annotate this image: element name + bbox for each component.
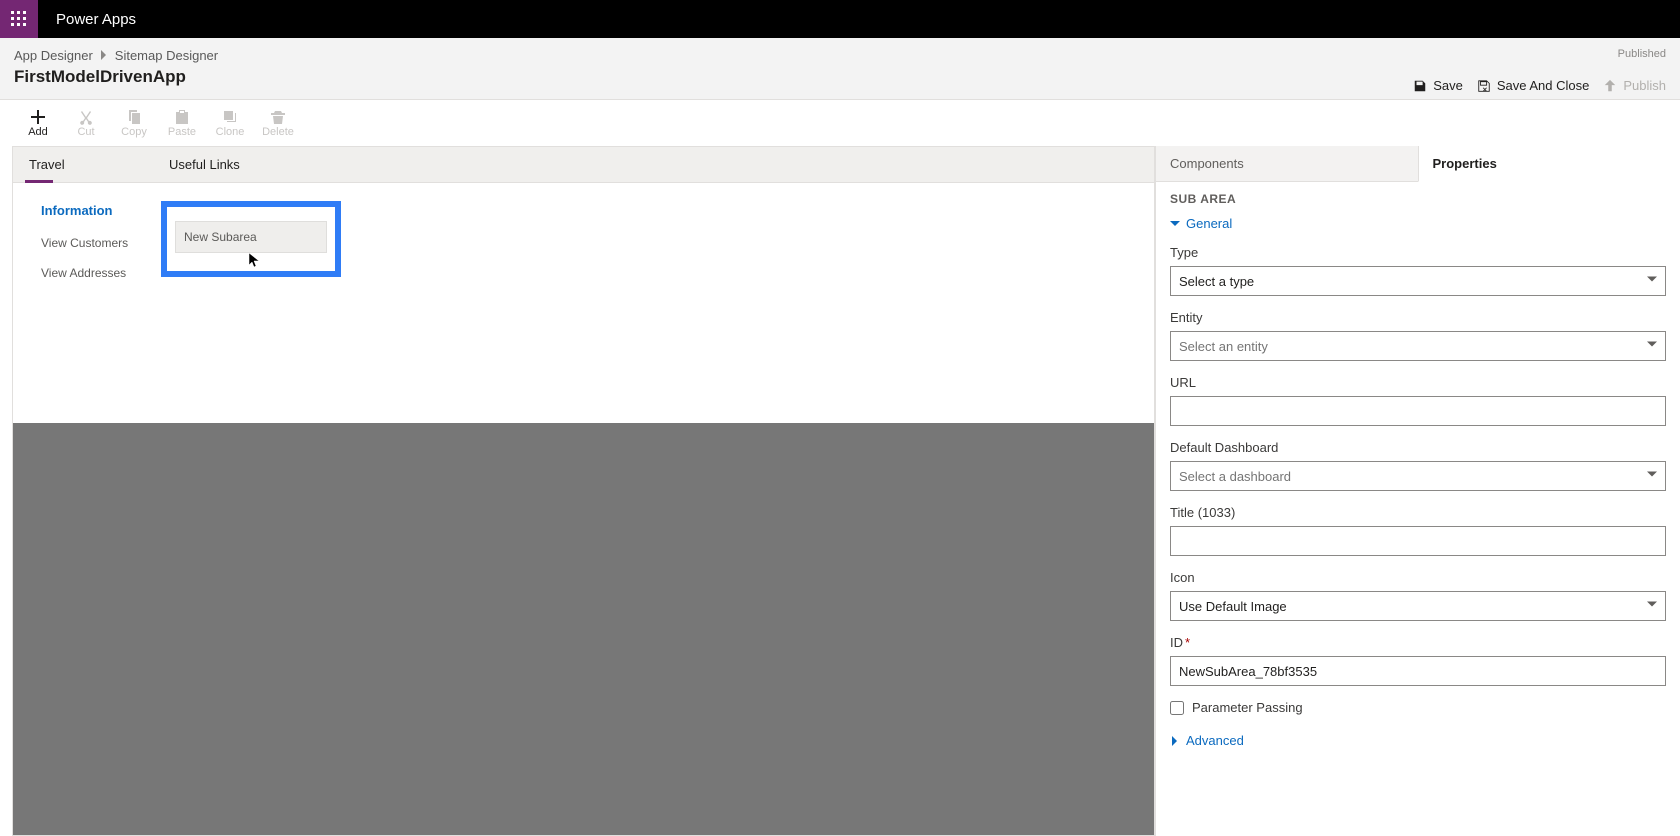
waffle-button[interactable]: [0, 0, 38, 38]
field-parameter-passing: Parameter Passing: [1170, 700, 1666, 715]
topbar: Power Apps: [0, 0, 1680, 38]
tab-useful-links-label: Useful Links: [169, 157, 240, 172]
breadcrumb-item-sitemap-designer: Sitemap Designer: [115, 48, 218, 63]
url-label: URL: [1170, 375, 1666, 390]
save-close-icon: [1477, 79, 1491, 93]
canvas: Travel Useful Links Information View Cus…: [0, 146, 1155, 836]
panel-tabs: Components Properties: [1156, 146, 1680, 182]
publish-button: Publish: [1603, 78, 1666, 93]
advanced-collapser[interactable]: Advanced: [1170, 733, 1666, 748]
header: App Designer Sitemap Designer FirstModel…: [0, 38, 1680, 100]
chevron-right-icon: [99, 48, 109, 63]
paste-button: Paste: [158, 109, 206, 138]
url-input[interactable]: [1170, 396, 1666, 426]
entity-label: Entity: [1170, 310, 1666, 325]
field-type: Type Select a type: [1170, 245, 1666, 296]
delete-button: Delete: [254, 109, 302, 138]
status-published: Published: [1618, 48, 1666, 60]
canvas-empty-area: [12, 423, 1155, 836]
save-icon: [1413, 79, 1427, 93]
selected-subarea-box[interactable]: New Subarea: [161, 201, 341, 277]
copy-button: Copy: [110, 109, 158, 138]
field-icon: Icon: [1170, 570, 1666, 621]
properties-panel: Components Properties SUB AREA General T…: [1155, 146, 1680, 836]
area-tab-strip: Travel Useful Links: [13, 147, 1154, 183]
general-label: General: [1186, 216, 1232, 231]
field-entity: Entity: [1170, 310, 1666, 361]
group-information-title[interactable]: Information: [41, 203, 161, 218]
paste-label: Paste: [168, 127, 196, 138]
group-other[interactable]: Other New Subarea: [161, 203, 351, 393]
section-title: SUB AREA: [1170, 192, 1666, 206]
plus-icon: [30, 109, 46, 125]
tab-useful-links[interactable]: Useful Links: [153, 147, 293, 182]
toolbar: Add Cut Copy Paste Clone Delete: [0, 100, 1680, 146]
chevron-right-icon: [1170, 736, 1180, 746]
id-label: ID*: [1170, 635, 1666, 650]
dashboard-label: Default Dashboard: [1170, 440, 1666, 455]
general-collapser[interactable]: General: [1170, 216, 1666, 231]
app-name: FirstModelDrivenApp: [14, 67, 218, 87]
subarea-new-subarea[interactable]: New Subarea: [175, 221, 327, 253]
subarea-view-customers[interactable]: View Customers: [41, 236, 161, 250]
type-label: Type: [1170, 245, 1666, 260]
icon-select[interactable]: [1170, 591, 1666, 621]
app-title: Power Apps: [38, 11, 136, 28]
entity-select[interactable]: [1170, 331, 1666, 361]
clone-icon: [222, 109, 238, 125]
clone-button: Clone: [206, 109, 254, 138]
add-label: Add: [28, 127, 48, 138]
type-select[interactable]: Select a type: [1170, 266, 1666, 296]
cut-button: Cut: [62, 109, 110, 138]
icon-label: Icon: [1170, 570, 1666, 585]
clone-label: Clone: [216, 127, 245, 138]
cut-label: Cut: [77, 127, 94, 138]
save-close-label: Save And Close: [1497, 78, 1590, 93]
parameter-passing-label: Parameter Passing: [1192, 700, 1303, 715]
tab-components[interactable]: Components: [1156, 146, 1418, 182]
group-information[interactable]: Information View Customers View Addresse…: [13, 203, 161, 393]
cut-icon: [78, 109, 94, 125]
publish-icon: [1603, 79, 1617, 93]
tab-travel-label: Travel: [29, 157, 65, 172]
field-dashboard: Default Dashboard: [1170, 440, 1666, 491]
paste-icon: [174, 109, 190, 125]
save-and-close-button[interactable]: Save And Close: [1477, 78, 1590, 93]
delete-icon: [270, 109, 286, 125]
waffle-icon: [11, 11, 27, 27]
breadcrumb-item-app-designer[interactable]: App Designer: [14, 48, 93, 63]
title-label: Title (1033): [1170, 505, 1666, 520]
subarea-view-addresses[interactable]: View Addresses: [41, 266, 161, 280]
field-url: URL: [1170, 375, 1666, 426]
publish-label: Publish: [1623, 78, 1666, 93]
tab-travel[interactable]: Travel: [13, 147, 153, 182]
copy-label: Copy: [121, 127, 147, 138]
save-button[interactable]: Save: [1413, 78, 1463, 93]
add-button[interactable]: Add: [14, 109, 62, 138]
id-input[interactable]: [1170, 656, 1666, 686]
breadcrumb: App Designer Sitemap Designer: [14, 48, 218, 63]
dashboard-select[interactable]: [1170, 461, 1666, 491]
title-input[interactable]: [1170, 526, 1666, 556]
save-label: Save: [1433, 78, 1463, 93]
main: Travel Useful Links Information View Cus…: [0, 146, 1680, 836]
chevron-down-icon: [1170, 219, 1180, 229]
field-id: ID*: [1170, 635, 1666, 686]
canvas-body[interactable]: Information View Customers View Addresse…: [13, 183, 1154, 423]
delete-label: Delete: [262, 127, 294, 138]
parameter-passing-checkbox[interactable]: [1170, 701, 1184, 715]
field-title: Title (1033): [1170, 505, 1666, 556]
cursor-icon: [249, 253, 261, 267]
advanced-label: Advanced: [1186, 733, 1244, 748]
tab-properties[interactable]: Properties: [1418, 146, 1680, 182]
copy-icon: [126, 109, 142, 125]
